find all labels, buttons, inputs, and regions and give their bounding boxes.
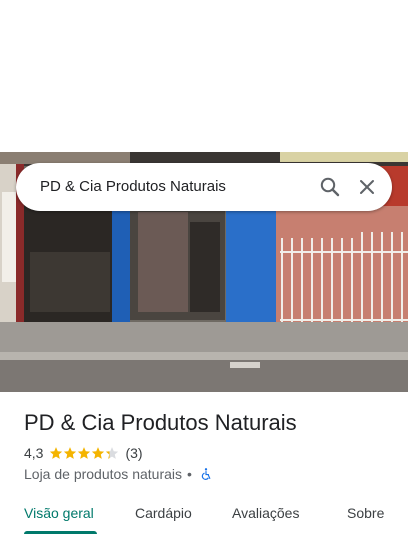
star-icon xyxy=(50,447,63,459)
rating-row[interactable]: 4,3 (3) xyxy=(24,444,143,462)
separator-dot: • xyxy=(187,466,192,482)
star-half-icon xyxy=(106,447,119,459)
place-tabs: Visão geral Cardápio Avaliações Sobre xyxy=(0,498,408,544)
star-icon xyxy=(92,447,105,459)
rating-stars xyxy=(49,446,119,460)
tab-reviews[interactable]: Avaliações xyxy=(232,505,299,521)
tab-about[interactable]: Sobre xyxy=(347,505,384,521)
review-count[interactable]: (3) xyxy=(125,445,142,461)
tab-overview[interactable]: Visão geral xyxy=(24,505,94,521)
star-icon xyxy=(64,447,77,459)
wheelchair-icon xyxy=(201,468,211,480)
rating-value: 4,3 xyxy=(24,445,44,461)
tab-menu[interactable]: Cardápio xyxy=(135,505,192,521)
active-tab-indicator xyxy=(24,531,97,534)
place-title: PD & Cia Produtos Naturais xyxy=(24,410,297,435)
star-icon xyxy=(78,447,91,459)
search-query[interactable]: PD & Cia Produtos Naturais xyxy=(40,178,226,195)
place-category[interactable]: Loja de produtos naturais xyxy=(24,466,182,482)
search-icon[interactable] xyxy=(318,175,342,199)
search-bar[interactable]: PD & Cia Produtos Naturais xyxy=(16,163,392,211)
category-row: Loja de produtos naturais • xyxy=(24,465,213,483)
close-icon[interactable] xyxy=(355,175,379,199)
